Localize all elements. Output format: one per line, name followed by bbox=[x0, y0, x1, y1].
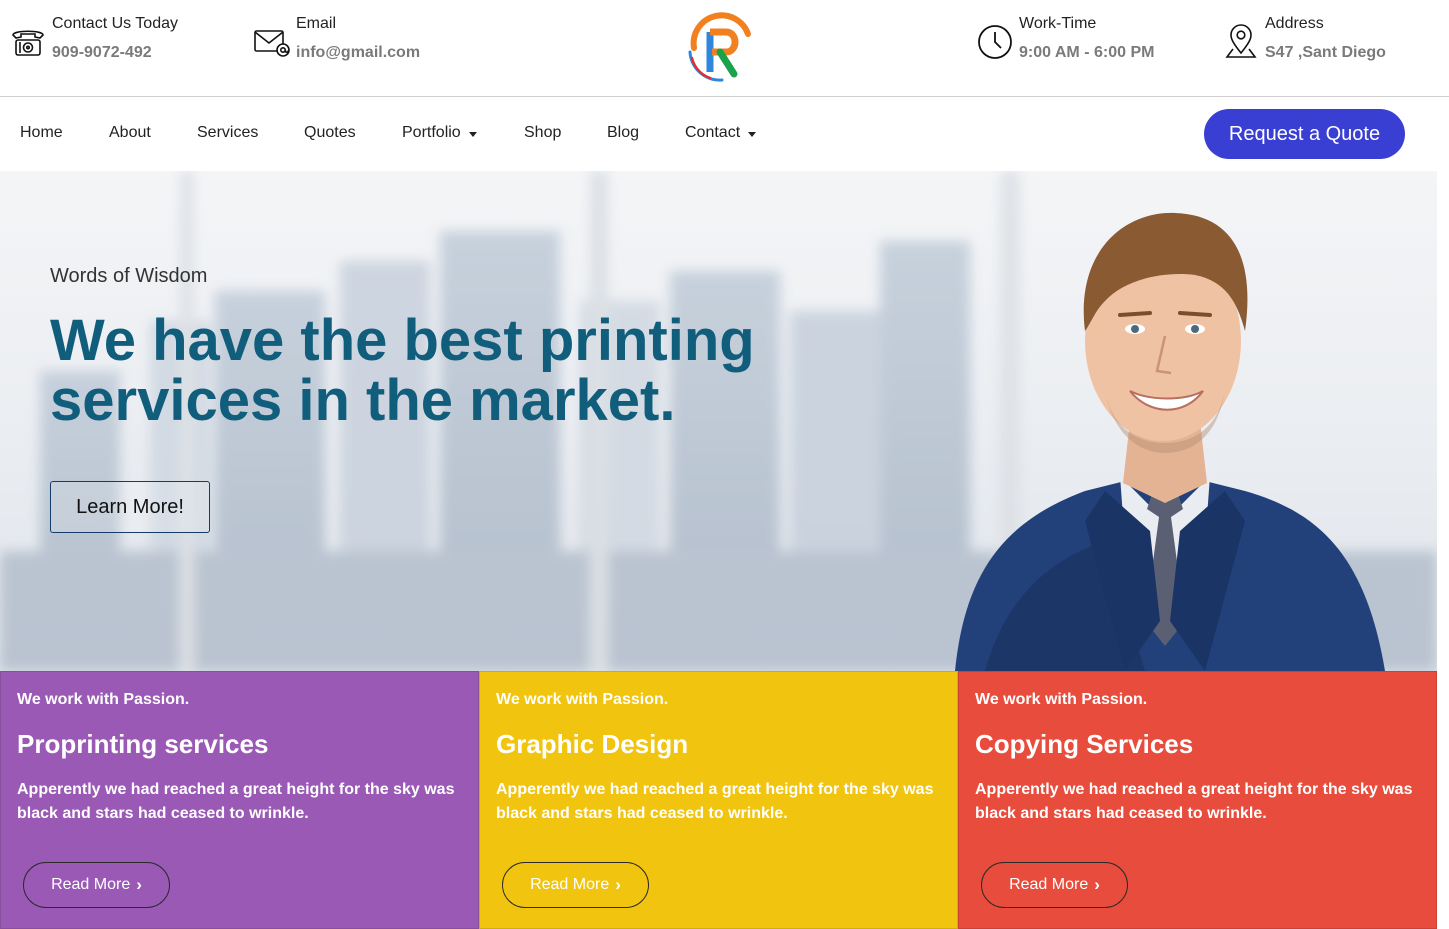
contact-phone-value[interactable]: 909-9072-492 bbox=[52, 43, 178, 63]
contact-address: Address S47 ,Sant Diego bbox=[1221, 14, 1386, 63]
service-card-proprinting: We work with Passion. Proprinting servic… bbox=[0, 671, 479, 929]
contact-address-label: Address bbox=[1265, 15, 1324, 32]
read-more-button[interactable]: Read More › bbox=[502, 862, 649, 908]
nav-shop-label: Shop bbox=[524, 124, 562, 141]
nav-home[interactable]: Home bbox=[20, 124, 63, 142]
nav-about-label: About bbox=[109, 124, 151, 141]
hero-subtitle: Words of Wisdom bbox=[50, 265, 208, 287]
caret-down-icon bbox=[748, 131, 757, 137]
read-more-button[interactable]: Read More › bbox=[981, 862, 1128, 908]
businessman-photo bbox=[955, 212, 1385, 671]
service-card-copying: We work with Passion. Copying Services A… bbox=[958, 671, 1437, 929]
card-description: Apperently we had reached a great height… bbox=[975, 781, 1413, 822]
card-title: Proprinting services bbox=[17, 729, 269, 759]
contact-worktime-label: Work-Time bbox=[1019, 15, 1097, 32]
card-title: Copying Services bbox=[975, 729, 1194, 759]
card-title: Graphic Design bbox=[496, 729, 689, 759]
brand-logo[interactable] bbox=[682, 8, 758, 84]
learn-more-button[interactable]: Learn More! bbox=[50, 481, 210, 533]
contact-email: Email info@gmail.com bbox=[252, 14, 420, 63]
card-kicker: We work with Passion. bbox=[975, 691, 1148, 708]
envelope-icon bbox=[252, 22, 292, 62]
chevron-right-icon: › bbox=[1094, 875, 1100, 894]
card-description: Apperently we had reached a great height… bbox=[17, 781, 455, 822]
map-pin-icon bbox=[1221, 22, 1261, 62]
nav-contact-label: Contact bbox=[685, 124, 741, 141]
request-quote-button[interactable]: Request a Quote bbox=[1204, 109, 1405, 159]
hero-headline: We have the best printing services in th… bbox=[50, 308, 755, 433]
services-cards: We work with Passion. Proprinting servic… bbox=[0, 671, 1437, 929]
read-more-label: Read More bbox=[530, 876, 610, 893]
caret-down-icon bbox=[468, 131, 477, 137]
top-contact-bar: Contact Us Today 909-9072-492 Email info… bbox=[0, 0, 1449, 97]
card-kicker: We work with Passion. bbox=[496, 691, 669, 708]
nav-services-label: Services bbox=[197, 124, 259, 141]
nav-quotes[interactable]: Quotes bbox=[304, 124, 356, 142]
nav-shop[interactable]: Shop bbox=[524, 124, 561, 142]
card-description: Apperently we had reached a great height… bbox=[496, 781, 934, 822]
nav-about[interactable]: About bbox=[109, 124, 151, 142]
contact-email-label: Email bbox=[296, 15, 337, 32]
contact-worktime: Work-Time 9:00 AM - 6:00 PM bbox=[975, 14, 1154, 63]
hero-banner: Words of Wisdom We have the best printin… bbox=[0, 171, 1437, 671]
contact-email-value[interactable]: info@gmail.com bbox=[296, 43, 420, 63]
chevron-right-icon: › bbox=[136, 875, 142, 894]
read-more-button[interactable]: Read More › bbox=[23, 862, 170, 908]
chevron-right-icon: › bbox=[615, 875, 621, 894]
clock-icon bbox=[975, 22, 1015, 62]
telephone-icon bbox=[8, 22, 48, 62]
main-navbar: Home About Services Quotes Portfolio Sho… bbox=[0, 97, 1449, 171]
nav-home-label: Home bbox=[20, 124, 63, 141]
card-kicker: We work with Passion. bbox=[17, 691, 190, 708]
read-more-label: Read More bbox=[51, 876, 131, 893]
nav-portfolio-dropdown[interactable]: Portfolio bbox=[402, 124, 477, 142]
contact-phone: Contact Us Today 909-9072-492 bbox=[8, 14, 178, 63]
contact-worktime-value: 9:00 AM - 6:00 PM bbox=[1019, 44, 1155, 61]
nav-quotes-label: Quotes bbox=[304, 124, 356, 141]
nav-blog-label: Blog bbox=[607, 124, 640, 141]
nav-contact-dropdown[interactable]: Contact bbox=[685, 124, 757, 142]
nav-blog[interactable]: Blog bbox=[607, 124, 639, 142]
service-card-graphic-design: We work with Passion. Graphic Design App… bbox=[479, 671, 958, 929]
nav-portfolio-label: Portfolio bbox=[402, 124, 461, 141]
contact-address-value: S47 ,Sant Diego bbox=[1265, 44, 1386, 61]
read-more-label: Read More bbox=[1009, 876, 1089, 893]
contact-phone-label: Contact Us Today bbox=[52, 15, 178, 32]
nav-services[interactable]: Services bbox=[197, 124, 258, 142]
